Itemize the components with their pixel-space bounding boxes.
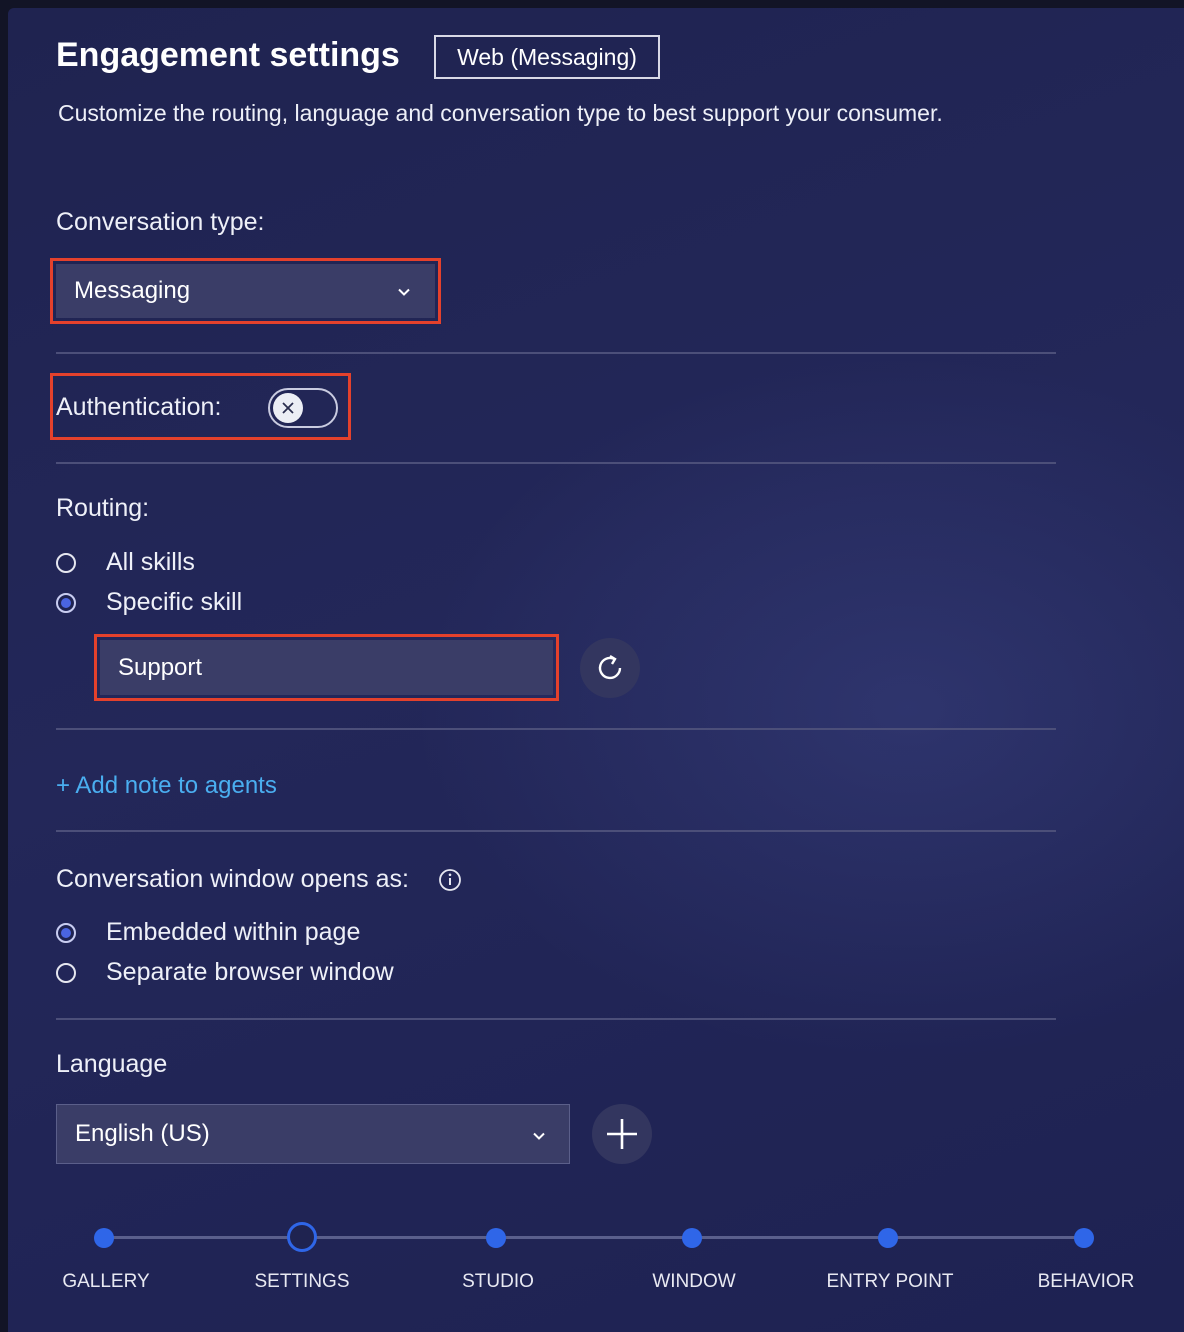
add-language-button[interactable] [592,1104,652,1164]
step-studio-dot[interactable] [486,1228,506,1248]
step-studio-label[interactable]: STUDIO [462,1271,534,1293]
chevron-down-icon [398,288,410,296]
step-settings-label[interactable]: SETTINGS [254,1271,349,1293]
step-gallery-dot[interactable] [94,1228,114,1248]
step-behavior-dot[interactable] [1074,1228,1094,1248]
stepper-track [104,1236,1084,1239]
radio-all-skills-label: All skills [106,548,195,576]
step-gallery-label[interactable]: GALLERY [62,1271,149,1293]
divider [56,830,1056,832]
divider [56,728,1056,730]
conversation-type-value: Messaging [74,277,191,304]
refresh-skills-button[interactable] [580,638,640,698]
close-icon [282,402,294,414]
radio-embedded-label: Embedded within page [106,918,361,946]
page-subtitle: Customize the routing, language and conv… [58,100,943,126]
add-note-link[interactable]: + Add note to agents [56,772,277,800]
radio-specific-skill-label: Specific skill [106,588,243,616]
info-icon[interactable] [438,868,462,892]
refresh-icon [598,654,622,680]
step-window-label[interactable]: WINDOW [652,1271,735,1293]
channel-button[interactable]: Web (Messaging) [434,35,660,79]
step-entry-point-dot[interactable] [878,1228,898,1248]
language-value: English (US) [75,1120,210,1147]
authentication-toggle[interactable] [268,388,338,428]
radio-separate-window[interactable] [56,963,76,983]
toggle-knob [273,393,303,423]
radio-separate-window-label: Separate browser window [106,958,394,986]
conversation-type-select[interactable]: Messaging [56,264,435,318]
step-behavior-label[interactable]: BEHAVIOR [1038,1271,1135,1293]
plus-icon [607,1119,637,1149]
divider [56,462,1056,464]
page-title: Engagement settings [56,36,400,74]
divider [56,1018,1056,1020]
language-select[interactable]: English (US) [56,1104,570,1164]
chevron-down-icon [533,1132,545,1140]
step-entry-point-label[interactable]: ENTRY POINT [826,1271,953,1293]
skill-input[interactable]: Support [100,640,553,695]
step-window-dot[interactable] [682,1228,702,1248]
step-settings-dot[interactable] [287,1222,317,1252]
radio-specific-skill[interactable] [56,593,76,613]
radio-embedded[interactable] [56,923,76,943]
skill-value: Support [118,653,203,681]
window-mode-label: Conversation window opens as: [56,865,409,893]
authentication-label: Authentication: [56,393,222,421]
radio-all-skills[interactable] [56,553,76,573]
language-label: Language [56,1050,168,1078]
routing-label: Routing: [56,494,150,522]
engagement-settings-panel: Engagement settings Web (Messaging) Cust… [8,8,1184,1332]
divider [56,352,1056,354]
conversation-type-label: Conversation type: [56,208,265,236]
